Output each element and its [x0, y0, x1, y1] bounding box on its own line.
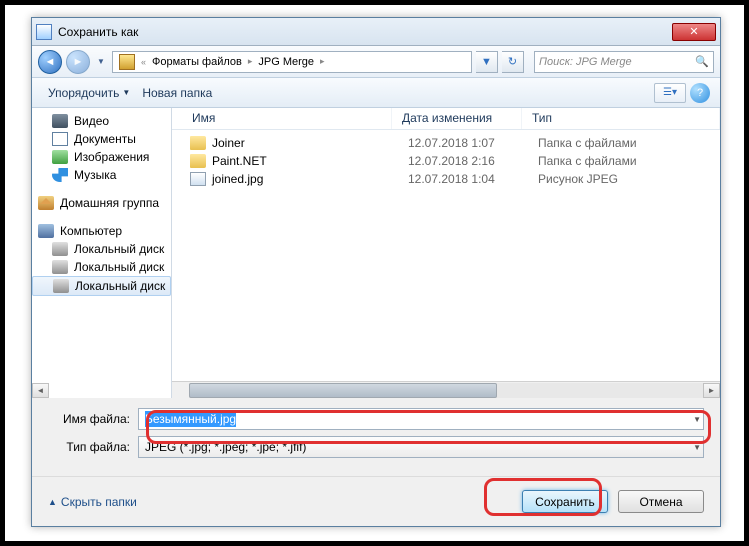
tree-item-documents[interactable]: Документы — [32, 130, 171, 148]
disk-icon — [52, 242, 68, 256]
chevron-down-icon[interactable]: ▼ — [693, 415, 701, 424]
video-icon — [52, 114, 68, 128]
address-bar[interactable]: « Форматы файлов ▸ JPG Merge ▸ — [112, 51, 472, 73]
nav-tree[interactable]: Видео Документы Изображения Музыка Домаш… — [32, 108, 172, 398]
folder-icon — [190, 154, 206, 168]
organize-button[interactable]: Упорядочить ▼ — [42, 82, 136, 104]
save-button[interactable]: Сохранить — [522, 490, 608, 513]
search-input[interactable]: Поиск: JPG Merge 🔍 — [534, 51, 714, 73]
filetype-select[interactable]: JPEG (*.jpg; *.jpeg; *.jpe; *.jfif) ▼ — [138, 436, 704, 458]
forward-button[interactable]: ► — [66, 50, 90, 74]
new-folder-button[interactable]: Новая папка — [136, 82, 218, 104]
search-icon: 🔍 — [695, 55, 709, 68]
tree-item-homegroup[interactable]: Домашняя группа — [32, 194, 171, 212]
toolbar: Упорядочить ▼ Новая папка ☰▾ ? — [32, 78, 720, 108]
list-header: Имя Дата изменения Тип — [172, 108, 720, 130]
nav-bar: ◄ ► ▼ « Форматы файлов ▸ JPG Merge ▸ ▼ ↻… — [32, 46, 720, 78]
tree-item-disk[interactable]: Локальный диск — [32, 258, 171, 276]
chevron-right-icon[interactable]: ▸ — [246, 56, 255, 67]
cancel-button[interactable]: Отмена — [618, 490, 704, 513]
chevron-up-icon: ▲ — [48, 497, 57, 507]
disk-icon — [53, 279, 69, 293]
titlebar[interactable]: Сохранить как ✕ — [32, 18, 720, 46]
tree-item-computer[interactable]: Компьютер — [32, 222, 171, 240]
folder-icon — [119, 54, 135, 70]
scroll-thumb[interactable] — [189, 383, 497, 398]
body-split: Видео Документы Изображения Музыка Домаш… — [32, 108, 720, 398]
filetype-value: JPEG (*.jpg; *.jpeg; *.jpe; *.jfif) — [145, 440, 306, 454]
file-list: Имя Дата изменения Тип Joiner12.07.2018 … — [172, 108, 720, 398]
tree-item-music[interactable]: Музыка — [32, 166, 171, 184]
breadcrumb[interactable]: Форматы файлов — [148, 56, 246, 68]
window-title: Сохранить как — [58, 25, 672, 39]
nav-history-drop[interactable]: ▼ — [94, 51, 108, 73]
filename-label: Имя файла: — [48, 412, 138, 426]
outer-frame: Сохранить как ✕ ◄ ► ▼ « Форматы файлов ▸… — [3, 3, 746, 543]
app-icon — [36, 24, 52, 40]
tree-item-images[interactable]: Изображения — [32, 148, 171, 166]
scroll-track[interactable] — [189, 383, 703, 398]
search-placeholder: Поиск: JPG Merge — [539, 56, 632, 68]
filename-input[interactable]: Безымянный.jpg ▼ — [138, 408, 704, 430]
tree-item-video[interactable]: Видео — [32, 112, 171, 130]
chevron-down-icon[interactable]: ▼ — [693, 443, 701, 452]
scroll-right-button[interactable]: ► — [703, 383, 720, 398]
tree-item-disk[interactable]: Локальный диск — [32, 240, 171, 258]
folder-icon — [190, 136, 206, 150]
homegroup-icon — [38, 196, 54, 210]
save-form: Имя файла: Безымянный.jpg ▼ Тип файла: J… — [32, 398, 720, 468]
view-mode-button[interactable]: ☰▾ — [654, 83, 686, 103]
crumb-prefix: « — [139, 57, 148, 67]
addr-drop-button[interactable]: ▼ — [476, 51, 498, 73]
back-button[interactable]: ◄ — [38, 50, 62, 74]
list-item[interactable]: joined.jpg12.07.2018 1:04Рисунок JPEG — [172, 170, 720, 188]
filetype-label: Тип файла: — [48, 440, 138, 454]
horizontal-scrollbar[interactable]: ◄ ► — [172, 381, 720, 398]
image-icon — [52, 150, 68, 164]
tree-item-disk[interactable]: Локальный диск — [32, 276, 171, 296]
refresh-button[interactable]: ↻ — [502, 51, 524, 73]
col-date[interactable]: Дата изменения — [392, 108, 522, 129]
col-type[interactable]: Тип — [522, 108, 720, 129]
close-button[interactable]: ✕ — [672, 23, 716, 41]
list-item[interactable]: Joiner12.07.2018 1:07Папка с файлами — [172, 134, 720, 152]
music-icon — [52, 168, 68, 182]
filename-value: Безымянный.jpg — [145, 411, 236, 427]
chevron-down-icon: ▼ — [122, 88, 130, 97]
help-button[interactable]: ? — [690, 83, 710, 103]
jpg-icon — [190, 172, 206, 186]
save-dialog: Сохранить как ✕ ◄ ► ▼ « Форматы файлов ▸… — [31, 17, 721, 527]
footer: ▲ Скрыть папки Сохранить Отмена — [32, 476, 720, 526]
disk-icon — [52, 260, 68, 274]
list-body[interactable]: Joiner12.07.2018 1:07Папка с файлами Pai… — [172, 130, 720, 381]
col-name[interactable]: Имя — [172, 108, 392, 129]
hide-folders-link[interactable]: ▲ Скрыть папки — [48, 495, 137, 509]
chevron-right-icon[interactable]: ▸ — [318, 56, 327, 67]
list-item[interactable]: Paint.NET12.07.2018 2:16Папка с файлами — [172, 152, 720, 170]
breadcrumb[interactable]: JPG Merge — [254, 56, 318, 68]
document-icon — [52, 132, 68, 146]
computer-icon — [38, 224, 54, 238]
